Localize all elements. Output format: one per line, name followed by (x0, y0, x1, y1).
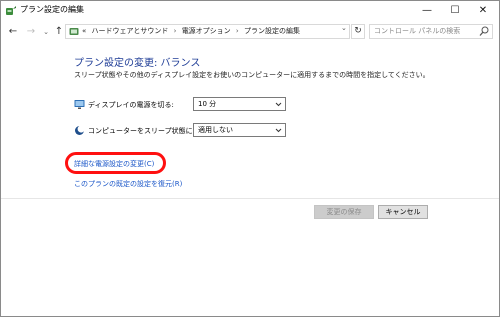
chevron-down-icon (275, 102, 282, 107)
chevron-down-icon (275, 128, 282, 133)
address-bar[interactable]: « ハードウェアとサウンド › 電源オプション › プラン設定の編集 (65, 24, 350, 39)
restore-defaults-link[interactable]: このプランの既定の設定を復元(R) (74, 179, 182, 189)
power-options-icon (6, 6, 16, 15)
breadcrumb-separator: › (235, 27, 239, 35)
breadcrumb-separator: › (173, 27, 177, 35)
search-input[interactable]: コントロール パネルの検索 (369, 24, 493, 39)
maximize-button[interactable]: ☐ (441, 1, 469, 19)
forward-arrow-icon[interactable]: → (25, 25, 37, 39)
window-title: プラン設定の編集 (20, 5, 84, 14)
edit-plan-settings-window: プラン設定の編集 — ☐ ✕ ← → ⌄ ↑ « ハードウェアとサウンド › 電… (0, 0, 500, 317)
sleep-value: 適用しない (198, 126, 233, 134)
page-description: スリープ状態やその他のディスプレイ設定をお使いのコンピューターに適用するまでの時… (74, 71, 430, 79)
search-icon (479, 26, 489, 36)
breadcrumb-power-options[interactable]: 電源オプション (182, 27, 231, 35)
breadcrumb: « ハードウェアとサウンド › 電源オプション › プラン設定の編集 (82, 25, 303, 38)
control-panel-icon (69, 28, 79, 35)
refresh-icon[interactable]: ↻ (351, 24, 365, 39)
search-placeholder: コントロール パネルの検索 (374, 27, 461, 35)
display-off-label: ディスプレイの電源を切る: (88, 101, 174, 109)
breadcrumb-overflow[interactable]: « (82, 27, 86, 35)
display-off-select[interactable]: 10 分 (193, 97, 286, 111)
sleep-select[interactable]: 適用しない (193, 123, 286, 137)
up-arrow-icon[interactable]: ↑ (53, 25, 65, 39)
breadcrumb-edit-plan-settings[interactable]: プラン設定の編集 (244, 27, 300, 35)
red-highlight-circle (65, 152, 166, 174)
minimize-button[interactable]: — (413, 1, 441, 19)
cancel-button[interactable]: キャンセル (378, 205, 428, 219)
recent-locations-chevron-icon[interactable]: ⌄ (40, 25, 52, 39)
page-title: プラン設定の変更: バランス (74, 58, 201, 69)
divider (1, 198, 499, 199)
monitor-icon (74, 100, 85, 109)
save-changes-button[interactable]: 変更の保存 (314, 205, 374, 219)
display-off-value: 10 分 (198, 100, 217, 108)
address-dropdown-icon[interactable]: ⌄ (341, 24, 347, 32)
moon-icon (75, 125, 85, 135)
back-arrow-icon[interactable]: ← (7, 25, 19, 39)
close-button[interactable]: ✕ (469, 1, 497, 19)
title-bar[interactable]: プラン設定の編集 — ☐ ✕ (1, 1, 499, 19)
breadcrumb-hardware-and-sound[interactable]: ハードウェアとサウンド (92, 27, 169, 35)
sleep-label: コンピューターをスリープ状態にする: (88, 127, 210, 135)
navigation-bar: ← → ⌄ ↑ « ハードウェアとサウンド › 電源オプション › プラン設定の… (1, 21, 499, 43)
